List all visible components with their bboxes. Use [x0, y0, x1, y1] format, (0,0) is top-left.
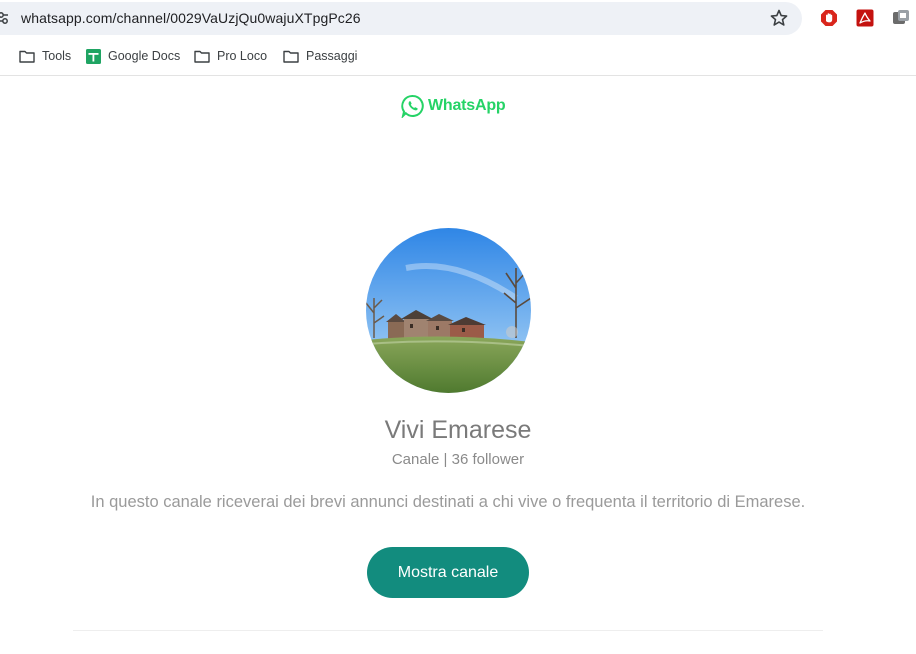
bookmark-google-docs[interactable]: Google Docs: [86, 46, 180, 66]
bookmark-passaggi[interactable]: Passaggi: [283, 46, 357, 66]
channel-name: Vivi Emarese: [384, 416, 532, 444]
show-channel-button[interactable]: Mostra canale: [367, 547, 529, 598]
channel-description: In questo canale riceverai dei brevi ann…: [90, 493, 806, 511]
bookmark-label: Pro Loco: [217, 49, 268, 63]
bookmark-label: Passaggi: [306, 49, 358, 63]
whatsapp-icon: [401, 94, 424, 118]
channel-avatar: [366, 228, 531, 393]
site-info-icon[interactable]: [0, 11, 8, 25]
address-bar-row: whatsapp.com/channel/0029VaUzjQu0wajuXTp…: [0, 0, 916, 37]
google-docs-icon: [86, 48, 101, 64]
adblock-icon[interactable]: [820, 9, 838, 27]
acrobat-pdf-icon[interactable]: [856, 9, 874, 27]
bookmark-tools[interactable]: Tools: [19, 46, 71, 66]
bookmark-pro-loco[interactable]: Pro Loco: [194, 46, 267, 66]
folder-icon: [19, 50, 35, 63]
logo-text: WhatsApp: [428, 97, 506, 114]
whatsapp-logo[interactable]: WhatsApp: [401, 94, 506, 118]
folder-icon: [194, 50, 210, 63]
divider: [73, 630, 823, 631]
channel-meta: Canale | 36 follower: [391, 451, 525, 468]
landscape-photo: [366, 228, 531, 393]
bookmark-label: Tools: [42, 49, 72, 63]
bookmark-star-icon[interactable]: [769, 8, 789, 28]
bookmarks-bar: Tools Google Docs Pro Loco Passaggi: [0, 37, 916, 76]
folder-icon: [283, 50, 299, 63]
bookmark-label: Google Docs: [108, 49, 181, 63]
puzzle-extension-icon[interactable]: [892, 9, 910, 27]
url-text[interactable]: whatsapp.com/channel/0029VaUzjQu0wajuXTp…: [21, 10, 361, 26]
